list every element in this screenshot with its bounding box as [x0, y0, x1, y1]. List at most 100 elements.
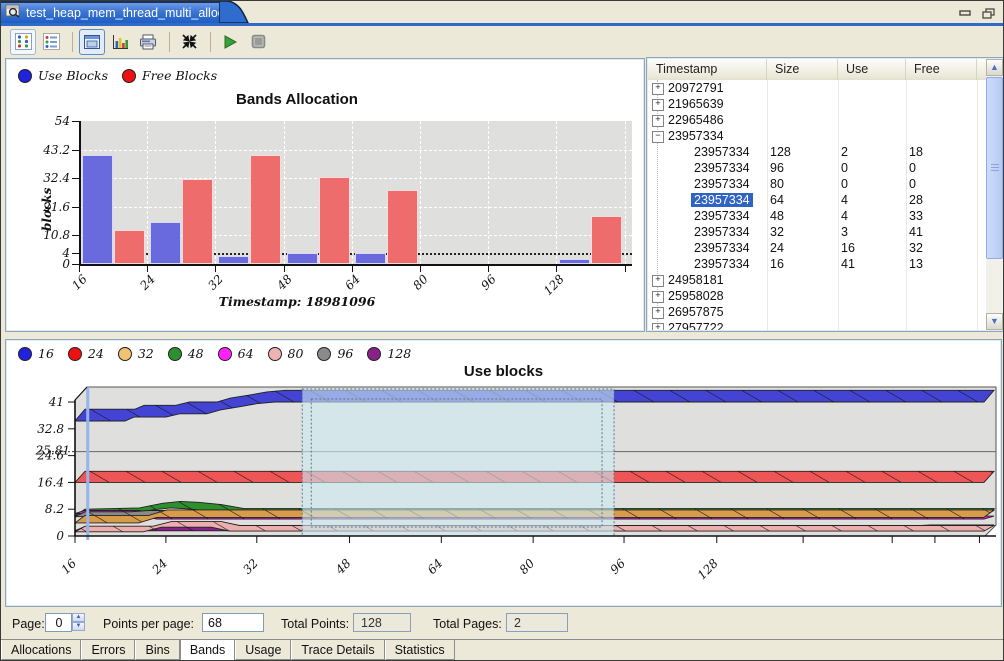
use-blocks-bar[interactable] — [287, 253, 318, 264]
cell-free[interactable]: 28 — [909, 193, 923, 207]
cell-size[interactable]: 32 — [770, 225, 784, 239]
table-row[interactable]: −23957334 — [648, 128, 986, 144]
cell-size[interactable]: 128 — [770, 145, 791, 159]
bottom-tab-bins[interactable]: Bins — [135, 640, 179, 660]
table-row[interactable]: 23957334 16 41 13 — [648, 256, 986, 272]
spinner-up-icon[interactable]: ▲ — [72, 613, 85, 622]
cell-timestamp[interactable]: 25958028 — [668, 289, 724, 303]
scrollbar-thumb[interactable] — [986, 77, 1003, 259]
scroll-up-icon[interactable]: ▲ — [986, 59, 1003, 76]
bottom-tab-statistics[interactable]: Statistics — [385, 640, 455, 660]
selection-region[interactable] — [302, 389, 614, 536]
cell-size[interactable]: 80 — [770, 177, 784, 191]
expand-icon[interactable]: + — [652, 115, 664, 127]
overview-chart-button[interactable] — [79, 29, 105, 55]
scroll-down-icon[interactable]: ▼ — [986, 313, 1003, 330]
bottom-tab-trace-details[interactable]: Trace Details — [291, 640, 384, 660]
free-blocks-bar[interactable] — [114, 230, 145, 264]
minimize-view-icon[interactable] — [959, 6, 972, 24]
cell-timestamp[interactable]: 21965639 — [668, 97, 724, 111]
spinner-down-icon[interactable]: ▼ — [72, 622, 85, 631]
cell-use[interactable]: 0 — [841, 161, 848, 175]
expand-icon[interactable]: + — [652, 307, 664, 319]
cell-timestamp[interactable]: 23957334 — [694, 145, 750, 159]
bar-chart-button[interactable] — [107, 29, 133, 55]
cell-timestamp[interactable]: 26957875 — [668, 305, 724, 319]
table-row[interactable]: 23957334 80 0 0 — [648, 176, 986, 192]
table-row[interactable]: +26957875 — [648, 304, 986, 320]
cell-free[interactable]: 41 — [909, 225, 923, 239]
table-row[interactable]: 23957334128218 — [648, 144, 986, 160]
view-tab[interactable]: test_heap_mem_thread_multi_alloc ✕ — [1, 1, 219, 23]
fit-to-window-button[interactable] — [176, 29, 202, 55]
cell-free[interactable]: 0 — [909, 177, 916, 191]
table-row[interactable]: 23957334 24 16 32 — [648, 240, 986, 256]
expand-icon[interactable]: + — [652, 291, 664, 303]
use-blocks-bar[interactable] — [150, 222, 181, 264]
cell-timestamp[interactable]: 22965486 — [668, 113, 724, 127]
cell-use[interactable]: 2 — [841, 145, 848, 159]
expand-icon[interactable]: + — [652, 275, 664, 287]
cell-timestamp[interactable]: 23957334 — [694, 161, 750, 175]
cell-timestamp[interactable]: 23957334 — [694, 257, 750, 271]
table-row[interactable]: 23957334 32 3 41 — [648, 224, 986, 240]
table-row[interactable]: +24958181 — [648, 272, 986, 288]
cell-size[interactable]: 24 — [770, 241, 784, 255]
bottom-tab-errors[interactable]: Errors — [81, 640, 135, 660]
table-row[interactable]: +22965486 — [648, 112, 986, 128]
expand-icon[interactable]: + — [652, 83, 664, 95]
table-row[interactable]: 2395733464428 — [648, 192, 986, 208]
cell-use[interactable]: 16 — [841, 241, 855, 255]
bands-bar-chart[interactable]: 162432486480961280410.821.632.443.254blo… — [6, 59, 644, 331]
cell-size[interactable]: 16 — [770, 257, 784, 271]
column-header-timestamp[interactable]: Timestamp — [648, 59, 767, 80]
use-blocks-bar[interactable] — [218, 256, 249, 264]
cell-use[interactable]: 41 — [841, 257, 855, 271]
free-blocks-bar[interactable] — [387, 190, 418, 264]
table-row[interactable]: +21965639 — [648, 96, 986, 112]
cell-timestamp[interactable]: 27957722 — [668, 321, 724, 330]
collapse-icon[interactable]: − — [652, 131, 664, 143]
cell-timestamp[interactable]: 23957334 — [668, 129, 724, 143]
table-row[interactable]: +20972791 — [648, 80, 986, 96]
vertical-scrollbar[interactable]: ▲ ▼ — [986, 59, 1003, 330]
grid-view-button[interactable] — [10, 29, 36, 55]
expand-icon[interactable]: + — [652, 99, 664, 111]
cell-timestamp[interactable]: 23957334 — [694, 177, 750, 191]
cell-size[interactable]: 64 — [770, 193, 784, 207]
print-button[interactable] — [135, 29, 161, 55]
stop-button[interactable] — [245, 29, 271, 55]
table-row[interactable]: +25958028 — [648, 288, 986, 304]
table-row[interactable]: +27957722 — [648, 320, 986, 330]
cell-use[interactable]: 0 — [841, 177, 848, 191]
expand-icon[interactable]: + — [652, 323, 664, 330]
list-view-button[interactable] — [38, 29, 64, 55]
bottom-tab-usage[interactable]: Usage — [235, 640, 291, 660]
cell-use[interactable]: 3 — [841, 225, 848, 239]
cell-timestamp[interactable]: 23957334 — [694, 225, 750, 239]
column-header-free[interactable]: Free — [906, 59, 977, 80]
cell-size[interactable]: 96 — [770, 161, 784, 175]
column-header-size[interactable]: Size — [767, 59, 838, 80]
cell-use[interactable]: 4 — [841, 209, 848, 223]
bottom-tab-bands[interactable]: Bands — [180, 640, 235, 661]
free-blocks-bar[interactable] — [250, 155, 281, 264]
cell-timestamp[interactable]: 20972791 — [668, 81, 724, 95]
points-per-page-input[interactable]: 68 — [202, 613, 264, 632]
cell-timestamp[interactable]: 23957334 — [694, 241, 750, 255]
cell-timestamp[interactable]: 23957334 — [694, 193, 753, 207]
use-blocks-area-chart[interactable]: 08.216.424.632.84125.8116243248648096128 — [6, 340, 1001, 606]
use-blocks-bar[interactable] — [355, 253, 386, 264]
free-blocks-bar[interactable] — [182, 179, 213, 264]
page-spinner-value[interactable]: 0 — [45, 613, 72, 632]
cell-size[interactable]: 48 — [770, 209, 784, 223]
free-blocks-bar[interactable] — [319, 177, 350, 264]
table-header[interactable]: TimestampSizeUseFree — [648, 59, 1003, 81]
selected-cell[interactable]: 23957334 — [691, 193, 753, 207]
cell-free[interactable]: 13 — [909, 257, 923, 271]
cell-free[interactable]: 0 — [909, 161, 916, 175]
restore-view-icon[interactable] — [982, 6, 995, 24]
table-row[interactable]: 23957334 96 0 0 — [648, 160, 986, 176]
column-header-use[interactable]: Use — [838, 59, 906, 80]
cell-free[interactable]: 32 — [909, 241, 923, 255]
